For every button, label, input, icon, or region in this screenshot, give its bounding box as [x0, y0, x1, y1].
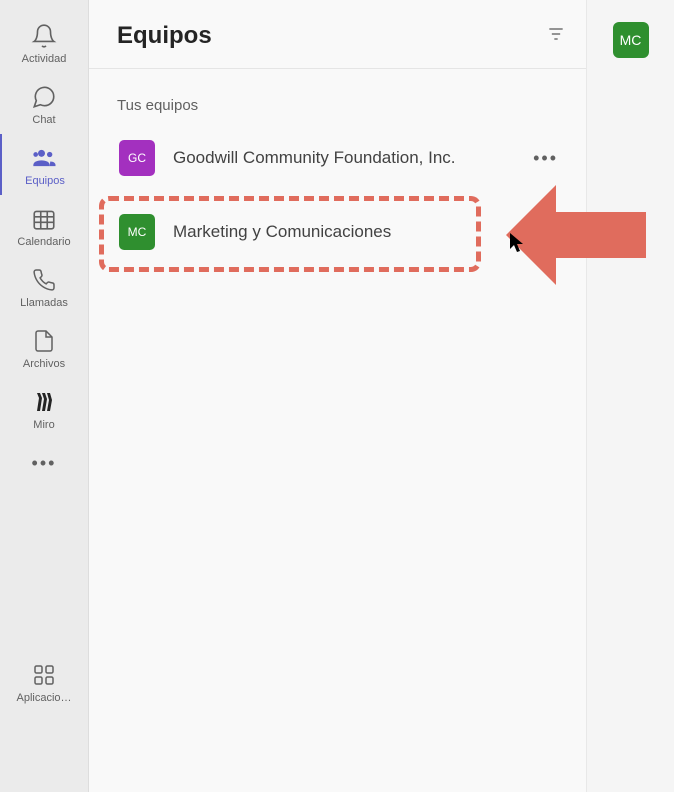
people-icon — [31, 144, 59, 172]
nav-activity[interactable]: Actividad — [0, 12, 88, 73]
nav-label: Chat — [32, 114, 55, 126]
user-avatar[interactable]: MC — [613, 22, 649, 58]
team-avatar: GC — [119, 140, 155, 176]
nav-more[interactable]: ••• — [32, 439, 57, 488]
apps-icon — [30, 661, 58, 689]
nav-calendar[interactable]: Calendario — [0, 195, 88, 256]
teams-panel: Equipos Tus equipos GC Goodwill Communit… — [89, 0, 586, 792]
page-title: Equipos — [117, 22, 212, 50]
calendar-icon — [30, 205, 58, 233]
file-icon — [30, 327, 58, 355]
team-row[interactable]: MC Marketing y Comunicaciones — [117, 204, 566, 260]
team-avatar: MC — [119, 214, 155, 250]
nav-label: Archivos — [23, 358, 65, 370]
nav-files[interactable]: Archivos — [0, 317, 88, 378]
right-rail: MC — [586, 0, 674, 792]
teams-list: Tus equipos GC Goodwill Community Founda… — [89, 69, 586, 260]
team-name: Goodwill Community Foundation, Inc. — [173, 148, 515, 168]
nav-label: Actividad — [22, 53, 67, 65]
phone-icon — [30, 266, 58, 294]
nav-label: Calendario — [17, 236, 70, 248]
nav-calls[interactable]: Llamadas — [0, 256, 88, 317]
team-name: Marketing y Comunicaciones — [173, 222, 558, 242]
chat-icon — [30, 83, 58, 111]
app-rail: Actividad Chat Equipos Calendario Llamad… — [0, 0, 89, 792]
nav-apps[interactable]: Aplicacio… — [0, 651, 88, 712]
nav-label: Miro — [33, 419, 54, 431]
nav-miro[interactable]: Miro — [0, 378, 88, 439]
section-label: Tus equipos — [117, 97, 566, 114]
more-icon[interactable]: ••• — [533, 148, 558, 169]
team-row[interactable]: GC Goodwill Community Foundation, Inc. •… — [117, 130, 566, 186]
filter-icon[interactable] — [546, 24, 566, 49]
nav-label: Llamadas — [20, 297, 68, 309]
nav-chat[interactable]: Chat — [0, 73, 88, 134]
nav-label: Aplicacio… — [16, 692, 71, 704]
bell-icon — [30, 22, 58, 50]
nav-label: Equipos — [25, 175, 65, 187]
miro-icon — [30, 388, 58, 416]
nav-teams[interactable]: Equipos — [0, 134, 88, 195]
topbar: Equipos — [89, 0, 586, 69]
